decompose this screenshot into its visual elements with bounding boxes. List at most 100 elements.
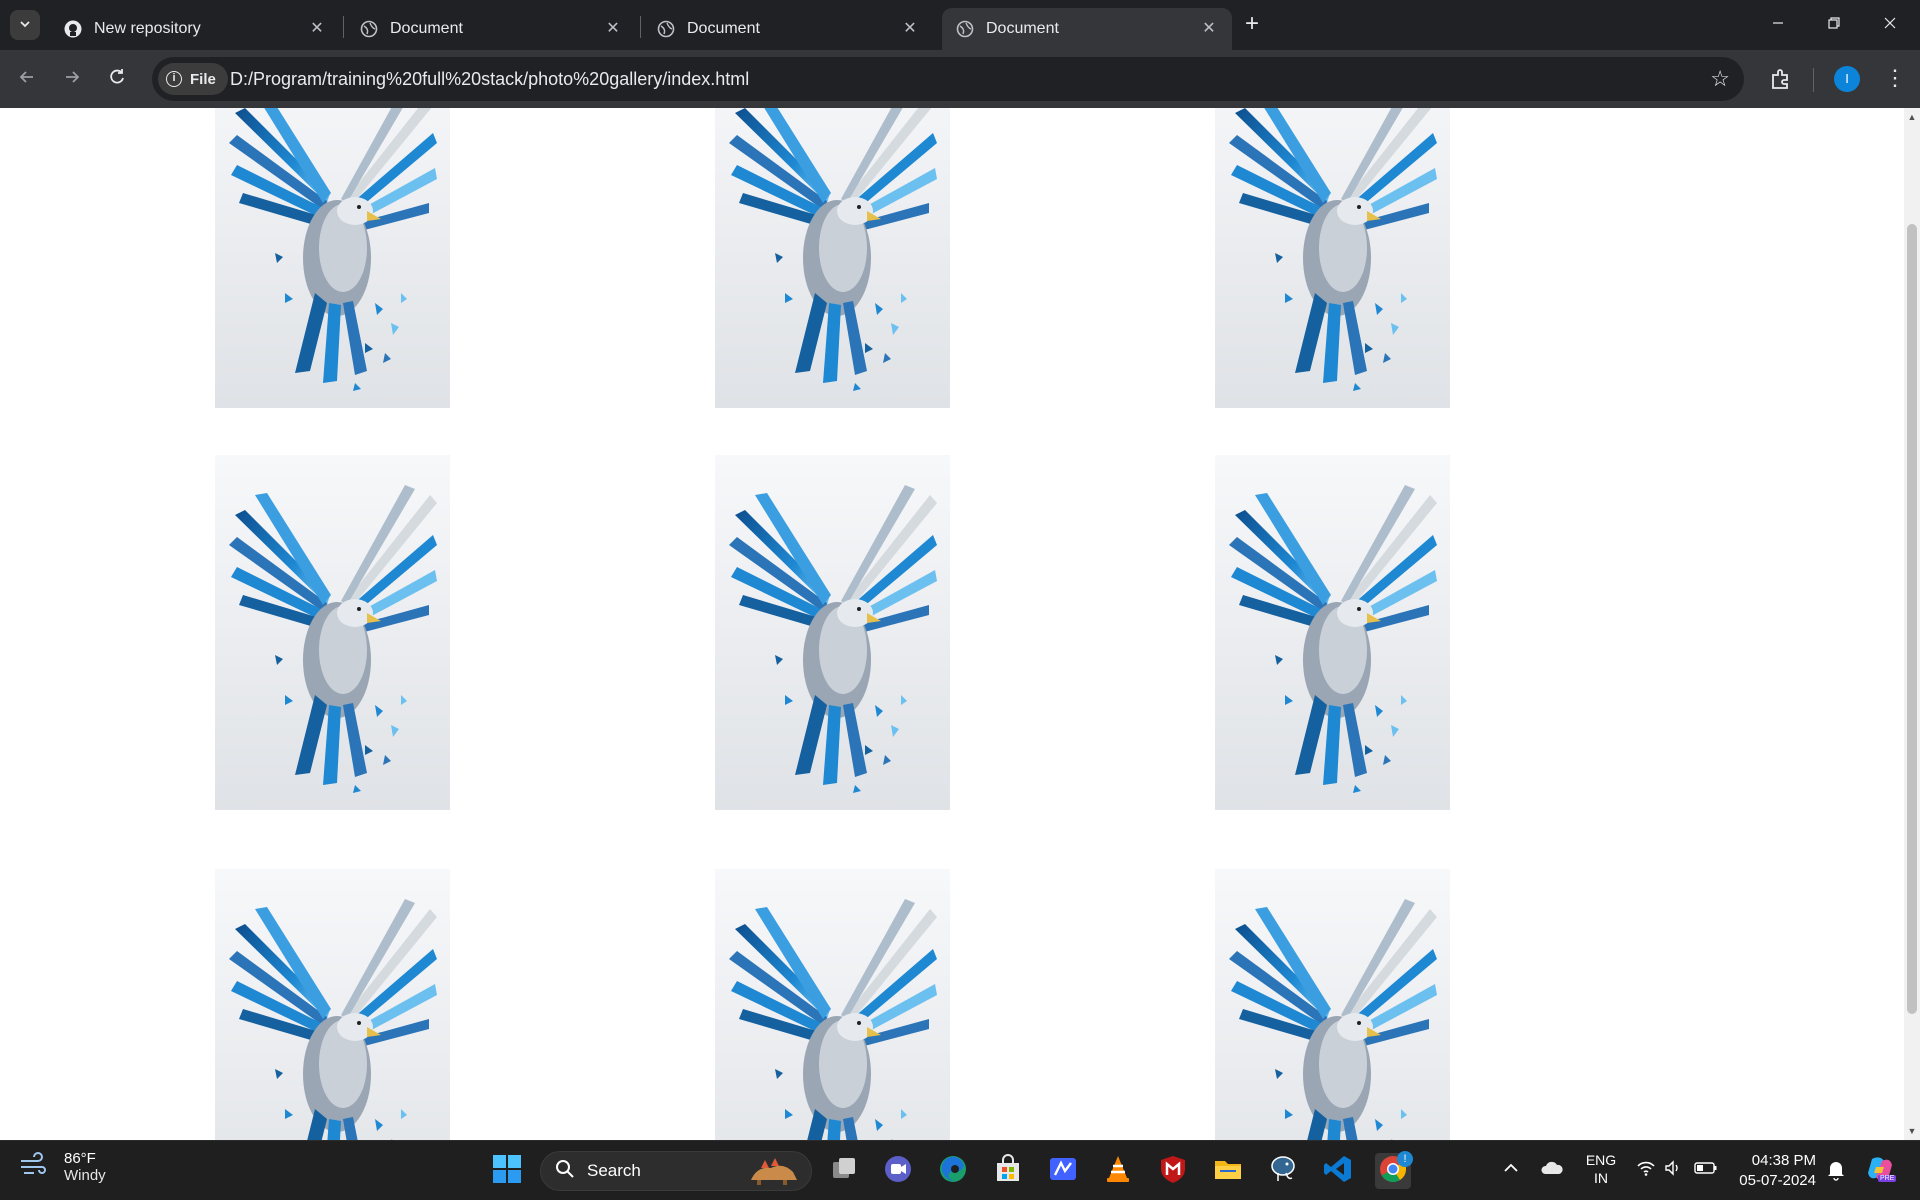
language-region: IN [1594,1170,1608,1186]
close-icon [1883,16,1897,35]
onedrive-cloud-icon[interactable] [1540,1159,1564,1182]
vscode-icon [1323,1154,1353,1189]
weather-widget[interactable]: 86°F Windy [18,1149,106,1184]
microsoft-store-icon [993,1153,1023,1189]
vscode-app[interactable] [1320,1153,1356,1189]
tab-separator [640,16,641,38]
page-scrollbar[interactable]: ▲ ▼ [1904,108,1920,1140]
scroll-thumb[interactable] [1907,224,1917,1014]
math-app-icon [1048,1154,1078,1189]
tab-title: Document [390,20,463,37]
start-button[interactable] [489,1153,525,1189]
system-clock[interactable]: 04:38 PM 05-07-2024 [1728,1151,1816,1191]
clock-date: 05-07-2024 [1739,1172,1816,1189]
close-icon[interactable]: ✕ [1200,20,1218,38]
close-icon[interactable]: ✕ [308,20,326,38]
gallery-image-8 [715,869,950,1140]
scroll-up-arrow-icon[interactable]: ▲ [1907,112,1917,122]
battery-icon[interactable] [1694,1160,1718,1181]
clock-time: 04:38 PM [1751,1152,1816,1169]
wifi-icon[interactable] [1636,1159,1656,1182]
windows-logo-icon [492,1154,522,1189]
mcafee-shield-icon [1158,1154,1188,1189]
browser-toolbar: i File D:/Program/training%20full%20stac… [0,50,1920,108]
tab-strip: New repository ✕ Document ✕ Document ✕ D… [0,0,1920,50]
edge-browser-icon [938,1154,968,1189]
globe-icon [360,20,378,38]
close-window-button[interactable] [1870,10,1910,40]
notification-bell-icon[interactable] [1826,1159,1846,1186]
chevron-down-icon [18,17,32,34]
search-label: Search [587,1161,641,1180]
edge-app[interactable] [935,1153,971,1189]
tab-document-active[interactable]: Document ✕ [942,8,1232,50]
site-info-chip[interactable]: i File [158,63,228,95]
minimize-icon [1771,16,1785,35]
url-text[interactable]: D:/Program/training%20full%20stack/photo… [230,69,749,90]
search-icon [555,1159,575,1184]
arrow-left-icon [17,67,37,92]
tab-search-button[interactable] [10,10,40,40]
vlc-cone-icon [1103,1154,1133,1189]
forward-button[interactable] [59,66,85,92]
gallery-image-9 [1215,869,1450,1140]
more-menu-icon[interactable]: ⋮ [1884,66,1906,92]
teams-app[interactable] [880,1153,916,1189]
teams-chat-icon [883,1154,913,1189]
new-tab-button[interactable]: + [1240,10,1264,37]
extensions-icon[interactable] [1768,66,1794,92]
gallery-image-3 [1215,108,1450,408]
task-view-icon [830,1155,858,1188]
gallery-image-5 [715,455,950,810]
restore-button[interactable] [1814,10,1854,40]
plus-icon: + [1244,10,1259,37]
gallery-image-4 [215,455,450,810]
close-icon[interactable]: ✕ [901,20,919,38]
close-icon[interactable]: ✕ [604,20,622,38]
gallery-image-7 [215,869,450,1140]
weather-description: Windy [64,1166,106,1184]
restore-icon [1827,16,1841,35]
postgresql-app[interactable] [1265,1153,1301,1189]
gallery-image-6 [1215,455,1450,810]
store-app[interactable] [990,1153,1026,1189]
task-view-app[interactable] [826,1153,862,1189]
gallery-image-2 [715,108,950,408]
file-explorer-app[interactable] [1210,1153,1246,1189]
tab-document-1[interactable]: Document ✕ [346,8,636,50]
tab-title: Document [986,20,1059,37]
folder-icon [1213,1154,1243,1189]
language-code: ENG [1585,1152,1617,1168]
taskbar-search-box[interactable]: Search [540,1151,812,1191]
windows-taskbar: 86°F Windy Search ! ENG IN 04:38 PM 05-0… [0,1140,1920,1200]
info-icon: i [166,71,182,87]
tab-separator [343,16,344,38]
arrow-right-icon [62,67,82,92]
chevron-up-icon[interactable] [1502,1159,1520,1182]
vlc-app[interactable] [1100,1153,1136,1189]
profile-avatar[interactable]: I [1834,66,1860,92]
search-highlight-dinosaur-icon [747,1158,801,1191]
reload-button[interactable] [104,66,130,92]
globe-icon [956,20,974,38]
back-button[interactable] [14,66,40,92]
language-indicator[interactable]: ENG IN [1584,1151,1618,1187]
tab-title: Document [687,20,760,37]
tab-document-2[interactable]: Document ✕ [643,8,933,50]
mathway-app[interactable] [1045,1153,1081,1189]
copilot-icon[interactable]: PRE [1864,1153,1897,1190]
scroll-down-arrow-icon[interactable]: ▼ [1907,1126,1917,1136]
windy-weather-icon [18,1149,48,1184]
tab-new-repository[interactable]: New repository ✕ [50,8,340,50]
notification-badge: ! [1397,1151,1413,1167]
page-viewport [0,108,1920,1140]
copilot-label: PRE [1878,1175,1897,1182]
address-bar[interactable]: i File D:/Program/training%20full%20stac… [152,57,1744,101]
bookmark-star-icon[interactable]: ☆ [1710,68,1730,90]
minimize-button[interactable] [1758,10,1798,40]
mcafee-app[interactable] [1155,1153,1191,1189]
chrome-app[interactable]: ! [1375,1151,1413,1189]
volume-icon[interactable] [1664,1159,1682,1182]
site-chip-label: File [190,70,216,88]
toolbar-divider [1813,68,1814,92]
